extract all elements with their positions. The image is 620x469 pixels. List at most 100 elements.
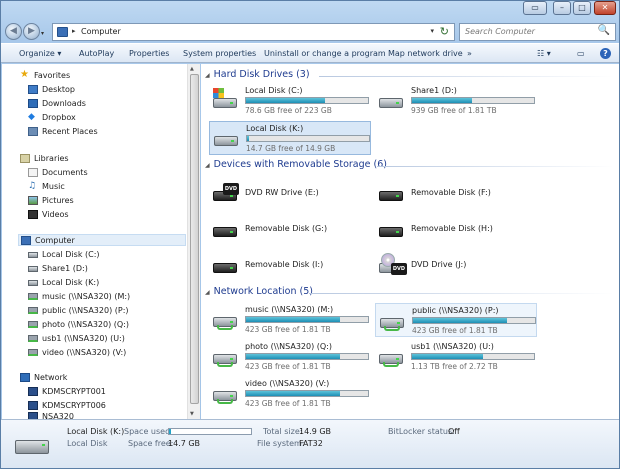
refresh-icon[interactable]: ↻ [440, 25, 449, 38]
command-bar: Organize ▾ AutoPlay Properties System pr… [1, 43, 619, 63]
drive-tile-v[interactable]: video (\\NSA320) (V:) 423 GB free of 1.8… [209, 377, 371, 411]
view-options-icon[interactable]: ☷ ▾ [537, 49, 551, 58]
explorer-window: ▭ – □ ✕ ◀ ▶ ▾ ▸ Computer ▾ ↻ Search Comp… [0, 0, 620, 469]
network-drive-icon [379, 346, 405, 368]
nav-item-label: music (\\NSA320) (M:) [42, 292, 131, 301]
computer-icon [28, 387, 38, 396]
chevron-down-icon[interactable]: ◢ [205, 162, 210, 169]
group-header-label: Hard Disk Drives (3) [213, 69, 310, 80]
uninstall-program-button[interactable]: Uninstall or change a program [264, 49, 386, 58]
drive-tile-k[interactable]: Local Disk (K:) 14.7 GB free of 14.9 GB [209, 121, 371, 155]
drive-name: Local Disk (C:) [245, 86, 303, 95]
nav-network-label: Network [34, 373, 68, 382]
hard-drive-icon [15, 434, 51, 458]
drive-tile-u[interactable]: usb1 (\\NSA320) (U:) 1.13 TB free of 2.7… [375, 340, 537, 374]
group-header-hard-disk-drives[interactable]: ◢ Hard Disk Drives (3) [205, 69, 310, 83]
drive-tile-q[interactable]: photo (\\NSA320) (Q:) 423 GB free of 1.8… [209, 340, 371, 374]
nav-item-label: photo (\\NSA320) (Q:) [42, 320, 129, 329]
nav-item-label: video (\\NSA320) (V:) [42, 348, 127, 357]
nav-item-label: Music [42, 182, 65, 191]
search-input[interactable]: Search Computer 🔍 [459, 23, 616, 41]
drive-free-space: 423 GB free of 1.81 TB [245, 325, 331, 334]
drive-usage-bar [246, 135, 370, 142]
drive-name: DVD Drive (J:) [411, 260, 467, 269]
nav-item-label: Videos [42, 210, 69, 219]
details-file-system: FAT32 [299, 439, 323, 448]
group-header-label: Devices with Removable Storage (6) [213, 159, 387, 170]
drive-tile-e[interactable]: DVD DVD RW Drive (E:) [209, 177, 371, 211]
scroll-down-icon[interactable]: ▼ [190, 411, 194, 417]
drive-name: Local Disk (K:) [246, 124, 304, 133]
details-total-size-label: Total size: [263, 427, 303, 436]
network-drive-icon [28, 307, 38, 314]
chevron-right-icon[interactable]: ▸ [72, 27, 76, 35]
dropbox-icon: ◆ [28, 112, 35, 122]
chevron-down-icon[interactable]: ◢ [205, 289, 210, 296]
autoplay-button[interactable]: AutoPlay [79, 49, 114, 58]
network-drive-icon [213, 346, 239, 368]
chevron-down-icon[interactable]: ▾ [430, 27, 434, 35]
drive-tile-h[interactable]: Removable Disk (H:) [375, 213, 537, 247]
forward-button[interactable]: ▶ [23, 23, 40, 40]
drive-name: DVD RW Drive (E:) [245, 188, 319, 197]
removable-disk-icon [213, 255, 239, 277]
group-divider [309, 293, 614, 294]
search-placeholder: Search Computer [465, 27, 535, 36]
nav-item-label: Local Disk (K:) [42, 278, 100, 287]
drive-name: photo (\\NSA320) (Q:) [245, 342, 332, 351]
drive-tile-m[interactable]: music (\\NSA320) (M:) 423 GB free of 1.8… [209, 303, 371, 337]
maximize-button[interactable]: □ [573, 1, 591, 15]
organize-menu[interactable]: Organize ▾ [19, 49, 61, 58]
navigation-pane: ★ Favorites Desktop Downloads ◆ Dropbox … [2, 64, 200, 421]
recent-pages-dropdown[interactable]: ▾ [41, 30, 49, 38]
drive-usage-bar [245, 353, 369, 360]
drive-free-space: 1.13 TB free of 2.72 TB [411, 362, 498, 371]
help-icon[interactable]: ? [600, 48, 611, 59]
more-commands-button[interactable]: » [467, 49, 472, 58]
drive-tile-c[interactable]: Local Disk (C:) 78.6 GB free of 223 GB [209, 84, 371, 118]
recent-places-icon [28, 127, 38, 136]
removable-disk-icon [379, 219, 405, 241]
drive-tile-g[interactable]: Removable Disk (G:) [209, 213, 371, 247]
back-button[interactable]: ◀ [5, 23, 22, 40]
content-pane: ◢ Hard Disk Drives (3) Local Disk (C:) 78… [201, 64, 619, 419]
videos-icon [28, 210, 38, 219]
nav-item-label: KDMSCRYPT001 [42, 387, 106, 396]
address-path[interactable]: Computer [81, 27, 121, 36]
drive-tile-i[interactable]: Removable Disk (I:) [209, 249, 371, 283]
drive-name: music (\\NSA320) (M:) [245, 305, 334, 314]
chevron-down-icon[interactable]: ◢ [205, 72, 210, 79]
address-bar[interactable]: ▸ Computer ▾ ↻ [52, 23, 455, 41]
nav-computer[interactable]: Computer [18, 234, 186, 246]
drive-tile-f[interactable]: Removable Disk (F:) [375, 177, 537, 211]
group-header-network-location[interactable]: ◢ Network Location (5) [205, 286, 313, 300]
min-caption-button[interactable]: ▭ [523, 1, 547, 15]
scroll-up-icon[interactable]: ▲ [190, 66, 194, 72]
properties-button[interactable]: Properties [129, 49, 169, 58]
preview-pane-icon[interactable]: ▭ [577, 49, 585, 58]
scrollbar-thumb[interactable] [190, 74, 199, 404]
details-space-used-label: Space used: [124, 427, 173, 436]
close-button[interactable]: ✕ [594, 1, 616, 15]
system-properties-button[interactable]: System properties [183, 49, 256, 58]
group-divider [319, 76, 614, 77]
network-drive-icon [28, 335, 38, 342]
drive-usage-bar [411, 97, 535, 104]
nav-item-label: Pictures [42, 196, 74, 205]
search-icon[interactable]: 🔍 [598, 25, 610, 36]
drive-tile-j[interactable]: DVD DVD Drive (J:) [375, 249, 537, 283]
details-bitlocker-label: BitLocker status: [388, 427, 455, 436]
group-header-removable-storage[interactable]: ◢ Devices with Removable Storage (6) [205, 159, 387, 173]
drive-tile-p[interactable]: public (\\NSA320) (P:) 423 GB free of 1.… [375, 303, 537, 337]
drive-usage-bar [245, 390, 369, 397]
star-icon: ★ [20, 69, 29, 80]
drive-free-space: 939 GB free of 1.81 TB [411, 106, 497, 115]
network-drive-icon [28, 293, 38, 300]
nav-scrollbar[interactable]: ▲ ▼ [187, 64, 200, 419]
map-network-drive-button[interactable]: Map network drive [388, 49, 463, 58]
hard-drive-icon [214, 128, 240, 150]
drive-tile-d[interactable]: Share1 (D:) 939 GB free of 1.81 TB [375, 84, 537, 118]
drive-name: Removable Disk (G:) [245, 224, 328, 233]
computer-icon [21, 236, 31, 245]
minimize-button[interactable]: – [553, 1, 571, 15]
